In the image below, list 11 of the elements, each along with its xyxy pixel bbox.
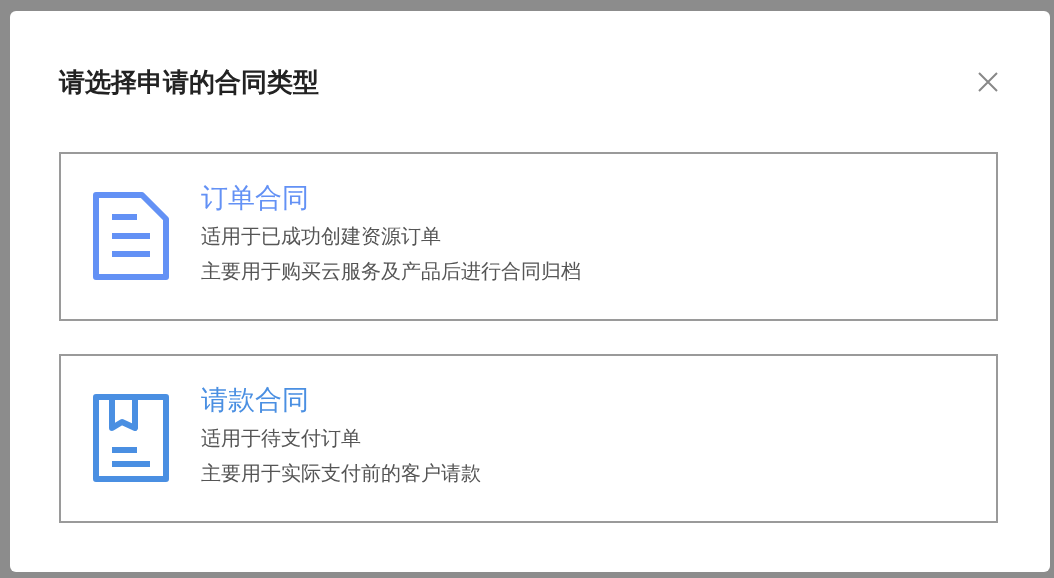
contract-option-card[interactable]: 订单合同 适用于已成功创建资源订单 主要用于购买云服务及产品后进行合同归档 xyxy=(59,152,998,321)
option-description: 主要用于购买云服务及产品后进行合同归档 xyxy=(201,259,581,284)
option-description: 适用于待支付订单 xyxy=(201,426,362,451)
option-title: 订单合同 xyxy=(201,181,310,215)
option-description: 适用于已成功创建资源订单 xyxy=(201,224,442,249)
contract-option-card[interactable]: 请款合同 适用于待支付订单 主要用于实际支付前的客户请款 xyxy=(59,354,998,523)
option-description: 主要用于实际支付前的客户请款 xyxy=(201,461,481,486)
close-icon xyxy=(977,70,999,93)
option-title: 请款合同 xyxy=(201,383,310,417)
close-button[interactable] xyxy=(977,70,999,93)
dialog-title: 请选择申请的合同类型 xyxy=(59,66,319,99)
